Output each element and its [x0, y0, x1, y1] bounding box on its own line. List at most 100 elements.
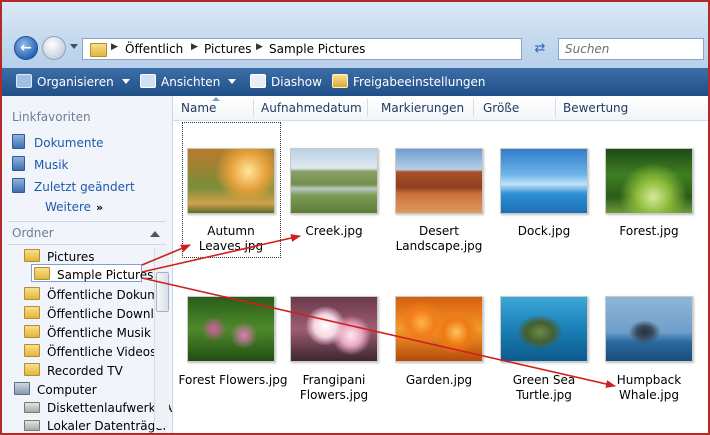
thumbnail-green-sea-turtle[interactable] [500, 296, 588, 362]
views-icon [140, 74, 156, 88]
thumbnail-dock[interactable] [500, 148, 588, 214]
tree-item-public-downloads[interactable]: Öffentliche Downloa [24, 306, 169, 321]
file-label-forest-flowers[interactable]: Forest Flowers.jpg [177, 373, 289, 388]
hard-drive-icon [24, 420, 40, 431]
thumbnail-desert-landscape[interactable] [395, 148, 483, 214]
file-label-creek[interactable]: Creek.jpg [282, 224, 386, 239]
folder-icon [24, 306, 40, 319]
column-separator[interactable] [367, 99, 368, 117]
breadcrumb-sample-pictures[interactable]: Sample Pictures [269, 42, 365, 56]
file-label-humpback-whale[interactable]: Humpback Whale.jpg [597, 373, 701, 403]
slideshow-label: Diashow [271, 75, 322, 89]
pane-divider [8, 244, 166, 245]
thumbnail-forest-flowers[interactable] [187, 296, 275, 362]
search-input[interactable]: Suchen [558, 38, 704, 60]
address-field[interactable]: ▶ Öffentlich ▶ Pictures ▶ Sample Picture… [82, 38, 522, 60]
thumbnail-creek[interactable] [290, 148, 378, 214]
refresh-button[interactable]: ⇄ [528, 38, 552, 60]
folders-heading[interactable]: Ordner [12, 226, 54, 240]
slideshow-button[interactable]: Diashow [250, 74, 322, 90]
column-header-date-taken[interactable]: Aufnahmedatum [261, 101, 362, 115]
breadcrumb-pictures[interactable]: Pictures [204, 42, 252, 56]
favorite-link-recent[interactable]: Zuletzt geändert [12, 178, 135, 194]
folder-icon [24, 249, 40, 262]
explorer-window: ← ▶ Öffentlich ▶ Pictures ▶ Sample Pictu… [0, 0, 710, 435]
tree-item-pictures[interactable]: Pictures [24, 249, 95, 264]
column-header-rating[interactable]: Bewertung [563, 101, 628, 115]
organize-button[interactable]: Organisieren [16, 74, 130, 90]
favorite-link-music[interactable]: Musik [12, 156, 69, 172]
file-list: Name Aufnahmedatum Markierungen Größe Be… [173, 96, 708, 433]
tree-scrollbar[interactable] [154, 248, 169, 428]
tree-item-sample-pictures[interactable]: Sample Pictures [34, 267, 153, 282]
chevron-right-icon[interactable]: ▶ [111, 42, 118, 52]
tree-item-public-music[interactable]: Öffentliche Musik [24, 325, 151, 340]
file-label-frangipani-flowers[interactable]: Frangipani Flowers.jpg [282, 373, 386, 403]
file-label-autumn-leaves[interactable]: Autumn Leaves.jpg [179, 224, 283, 254]
column-separator[interactable] [555, 99, 556, 117]
folder-icon [24, 363, 40, 376]
floppy-drive-icon [24, 402, 40, 413]
views-button[interactable]: Ansichten [140, 74, 237, 90]
folder-icon [34, 267, 50, 280]
share-icon [332, 74, 348, 88]
navigation-pane: Linkfavoriten Dokumente Musik Zuletzt ge… [2, 96, 173, 433]
tree-item-local-disk[interactable]: Lokaler Datenträger [24, 419, 168, 433]
share-label: Freigabeeinstellungen [353, 75, 486, 89]
column-header-row: Name Aufnahmedatum Markierungen Größe Be… [173, 96, 708, 121]
file-label-green-sea-turtle[interactable]: Green Sea Turtle.jpg [492, 373, 596, 403]
music-icon [12, 156, 25, 171]
back-button[interactable]: ← [14, 36, 38, 60]
thumbnail-frangipani-flowers[interactable] [290, 296, 378, 362]
tree-item-floppy[interactable]: Diskettenlaufwerk (A [24, 401, 172, 415]
column-header-size[interactable]: Größe [483, 101, 519, 115]
collapse-arrow-icon[interactable] [150, 231, 160, 237]
double-chevron-icon: » [96, 201, 104, 214]
views-label: Ansichten [161, 75, 221, 89]
favorites-heading: Linkfavoriten [12, 110, 91, 124]
tree-item-public-videos[interactable]: Öffentliche Videos [24, 344, 156, 359]
back-arrow-icon: ← [20, 40, 32, 56]
pane-divider [8, 221, 166, 222]
computer-icon [14, 382, 30, 395]
music-folder-icon [24, 325, 40, 338]
share-settings-button[interactable]: Freigabeeinstellungen [332, 74, 486, 90]
column-separator[interactable] [253, 99, 254, 117]
tree-item-recorded-tv[interactable]: Recorded TV [24, 363, 123, 378]
chevron-right-icon[interactable]: ▶ [191, 42, 198, 52]
chevron-down-icon [228, 79, 237, 84]
folder-icon [24, 287, 40, 300]
slideshow-icon [250, 74, 266, 88]
chevron-down-icon [121, 79, 130, 84]
command-toolbar: Organisieren Ansichten Diashow Freigabee… [2, 68, 708, 96]
refresh-icon: ⇄ [534, 41, 546, 56]
thumbnail-autumn-leaves[interactable] [187, 148, 275, 214]
scrollbar-thumb[interactable] [156, 272, 169, 312]
search-placeholder: Suchen [565, 42, 610, 56]
breadcrumb-oeffentlich[interactable]: Öffentlich [125, 42, 183, 56]
documents-icon [12, 134, 25, 149]
thumbnail-garden[interactable] [395, 296, 483, 362]
file-label-dock[interactable]: Dock.jpg [492, 224, 596, 239]
thumbnail-forest[interactable] [605, 148, 693, 214]
forward-button[interactable] [42, 36, 66, 60]
tree-item-public-documents[interactable]: Öffentliche Dokume [24, 287, 166, 302]
chevron-right-icon[interactable]: ▶ [256, 42, 263, 52]
thumbnail-humpback-whale[interactable] [605, 296, 693, 362]
column-header-name[interactable]: Name [181, 101, 216, 115]
recent-icon [12, 178, 25, 193]
history-dropdown-icon[interactable] [70, 44, 78, 49]
organize-icon [16, 74, 32, 88]
file-label-forest[interactable]: Forest.jpg [597, 224, 701, 239]
column-header-tags[interactable]: Markierungen [381, 101, 464, 115]
file-label-desert-landscape[interactable]: Desert Landscape.jpg [387, 224, 491, 254]
column-separator[interactable] [473, 99, 474, 117]
address-bar-area: ← ▶ Öffentlich ▶ Pictures ▶ Sample Pictu… [2, 2, 708, 68]
organize-label: Organisieren [37, 75, 114, 89]
more-favorites-link[interactable]: Weitere» [45, 200, 103, 214]
tree-item-computer[interactable]: Computer [14, 382, 97, 397]
file-label-garden[interactable]: Garden.jpg [387, 373, 491, 388]
folder-icon [24, 344, 40, 357]
folder-icon [90, 43, 107, 57]
favorite-link-documents[interactable]: Dokumente [12, 134, 104, 150]
